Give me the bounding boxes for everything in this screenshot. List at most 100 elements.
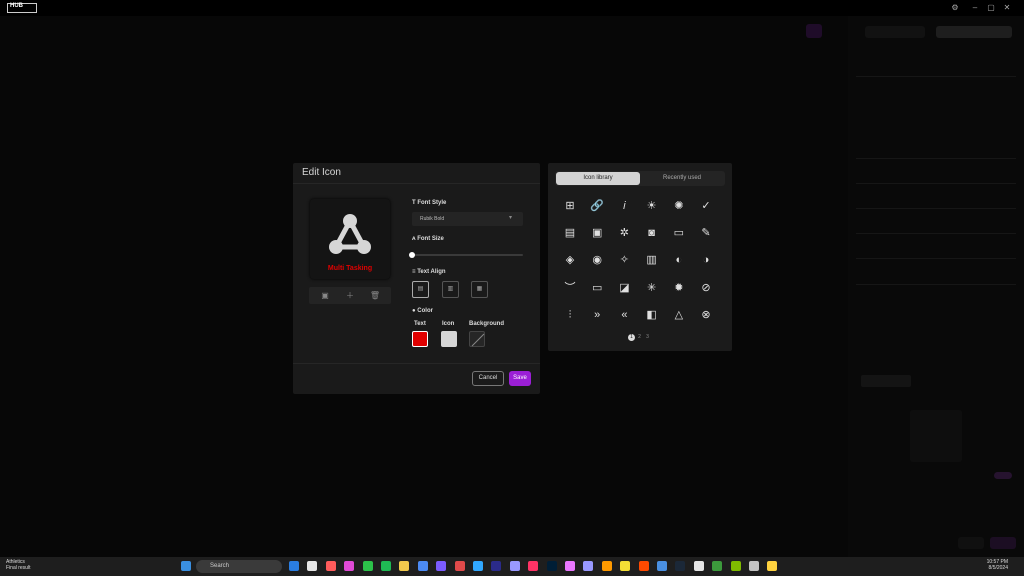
tab-recently-used[interactable]: Recently used xyxy=(640,172,724,185)
taskbar-app-icon[interactable] xyxy=(491,561,502,571)
taskbar-app-icon[interactable] xyxy=(399,561,410,571)
link-icon[interactable]: 🔗 xyxy=(590,199,604,213)
people-icon[interactable]: ▥ xyxy=(645,253,659,267)
tab-icon-library[interactable]: Icon library xyxy=(556,172,640,185)
minimize-button[interactable]: – xyxy=(968,2,982,14)
chat-alert-icon[interactable]: ▣ xyxy=(590,226,604,240)
taskbar-app-icon[interactable] xyxy=(730,561,741,571)
settings-icon[interactable]: ⚙ xyxy=(948,2,962,14)
taskbar-app-icon[interactable] xyxy=(546,561,557,571)
search-input[interactable] xyxy=(196,560,282,573)
taskbar-app-icon[interactable] xyxy=(289,561,299,571)
settings-icon-preview xyxy=(910,410,962,462)
taskbar-app-icon[interactable] xyxy=(712,561,723,571)
eye-closed-icon[interactable]: ︶ xyxy=(563,281,577,295)
toggle-switch[interactable] xyxy=(994,472,1012,479)
taskbar-app-icon[interactable] xyxy=(307,561,318,571)
text-color-swatch[interactable] xyxy=(412,331,428,347)
taskbar-app-icon[interactable] xyxy=(381,561,391,571)
note-icon[interactable]: ✎ xyxy=(699,226,713,240)
window-icon[interactable]: ▭ xyxy=(672,226,686,240)
camera-icon[interactable]: ◙ xyxy=(645,226,659,240)
taskbar-app-icon[interactable] xyxy=(675,561,686,571)
network-icon[interactable]: △ xyxy=(672,308,686,322)
taskbar-app-icon[interactable] xyxy=(344,561,355,571)
grid-icon[interactable]: ⊞ xyxy=(563,199,577,213)
settings-tab[interactable] xyxy=(861,375,911,387)
add-icon[interactable]: ＋ xyxy=(339,287,361,304)
mic-off-icon[interactable]: ⊗ xyxy=(699,308,713,322)
align-icon: ≡ xyxy=(412,269,416,275)
taskbar-app-icon[interactable] xyxy=(657,561,667,571)
taskbar-app-icon[interactable] xyxy=(583,561,594,571)
sun-people-icon[interactable]: ☀ xyxy=(645,199,659,213)
font-size-icon: ᴀ xyxy=(412,236,416,242)
background-color-swatch[interactable] xyxy=(469,331,485,347)
taskbar-app-icon[interactable] xyxy=(749,561,759,571)
taskbar-app-icon[interactable] xyxy=(693,561,704,571)
page-3-button[interactable]: 3 xyxy=(644,334,651,341)
panel-cancel-button[interactable] xyxy=(958,537,984,549)
taskbar-app-icon[interactable] xyxy=(436,561,447,571)
app-logo: HUB xyxy=(7,3,37,13)
chat-bubble-icon[interactable]: ◉ xyxy=(590,253,604,267)
clock[interactable]: 10:57 PM 8/5/2024 xyxy=(986,559,1008,571)
user-chat-icon[interactable]: ◪ xyxy=(617,281,631,295)
taskbar-app-icon[interactable] xyxy=(638,561,649,571)
align-bottom-button[interactable]: ▦ xyxy=(471,281,488,298)
taskbar-app-icon[interactable] xyxy=(620,561,631,571)
icon-color-swatch[interactable] xyxy=(441,331,457,347)
taskbar-app-icon[interactable] xyxy=(473,561,483,571)
close-button[interactable]: ✕ xyxy=(1000,2,1014,14)
divider xyxy=(856,183,1016,184)
taskbar-app-icon[interactable] xyxy=(601,561,612,571)
sparkle-icon[interactable]: ✧ xyxy=(617,253,631,267)
align-top-button[interactable]: ▤ xyxy=(412,281,429,298)
trash-icon[interactable]: 🗑 xyxy=(364,287,386,304)
page-2-button[interactable]: 2 xyxy=(636,334,643,341)
user-settings-icon[interactable]: ◑ xyxy=(699,253,713,267)
bulb-icon[interactable]: ✹ xyxy=(672,281,686,295)
right-panel-tab-1[interactable] xyxy=(865,26,925,38)
taskbar-app-icon[interactable] xyxy=(325,561,336,571)
taskbar-app-icon[interactable] xyxy=(509,561,520,571)
user-add-icon[interactable]: ◐ xyxy=(672,253,686,267)
save-button[interactable]: Save xyxy=(509,371,531,386)
sun-off-icon[interactable]: ⊘ xyxy=(699,281,713,295)
align-middle-button[interactable]: ▥ xyxy=(442,281,459,298)
shield-icon[interactable]: ◈ xyxy=(563,253,577,267)
search-placeholder: Search xyxy=(210,563,230,569)
background-color-label: Background xyxy=(469,321,505,327)
monitor-icon[interactable]: ▭ xyxy=(590,281,604,295)
cancel-button[interactable]: Cancel xyxy=(472,371,504,386)
taskbar-app-icon[interactable] xyxy=(454,561,465,571)
sliders-icon[interactable]: ⫶ xyxy=(563,308,577,322)
taskbar-app-icon[interactable] xyxy=(528,561,539,571)
right-panel-tab-2[interactable] xyxy=(936,26,1012,38)
page-1-button[interactable]: 1 xyxy=(628,334,635,341)
font-size-slider[interactable] xyxy=(412,254,523,256)
maximize-button[interactable]: ▢ xyxy=(984,2,998,14)
taskbar-app-icon[interactable] xyxy=(417,561,428,571)
toolbar-button[interactable] xyxy=(806,24,822,38)
light-icon[interactable]: ✳ xyxy=(645,281,659,295)
taskbar-app-icon[interactable] xyxy=(362,561,373,571)
panel-save-button[interactable] xyxy=(990,537,1016,549)
image-icon[interactable]: ▣ xyxy=(314,287,336,304)
flash-icon[interactable]: ◧ xyxy=(645,308,659,322)
chat-icon[interactable]: ▤ xyxy=(563,226,577,240)
font-size-slider-thumb[interactable] xyxy=(409,252,415,258)
start-icon[interactable] xyxy=(181,561,191,571)
font-style-label: T Font Style xyxy=(412,200,447,206)
italic-icon[interactable]: 𝑖 xyxy=(617,199,631,213)
chevrons-left-icon[interactable]: « xyxy=(617,308,631,322)
chevrons-right-icon[interactable]: » xyxy=(590,308,604,322)
weather-widget[interactable]: Athletics Final result xyxy=(6,559,30,571)
taskbar-app-icon[interactable] xyxy=(565,561,575,571)
taskbar-app-icon[interactable] xyxy=(767,561,778,571)
check-icon[interactable]: ✓ xyxy=(699,199,713,213)
font-style-value: Rubik Bold xyxy=(420,216,445,222)
bug-icon[interactable]: ✲ xyxy=(617,226,631,240)
brightness-icon[interactable]: ✺ xyxy=(672,199,686,213)
no-color-icon xyxy=(471,333,485,347)
